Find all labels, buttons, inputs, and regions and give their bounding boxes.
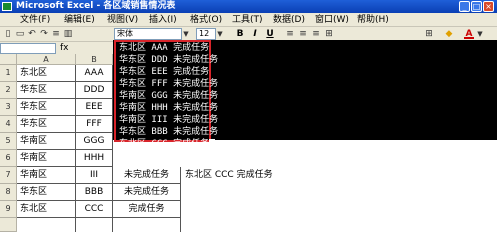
text-line[interactable]: 东北区 AAA 完成任务 bbox=[116, 42, 209, 54]
sort-icon[interactable]: ≡ bbox=[51, 29, 61, 39]
column-header-b[interactable]: B bbox=[76, 54, 113, 65]
cell-a10[interactable] bbox=[17, 218, 76, 232]
borders-icon[interactable]: ⊞ bbox=[424, 29, 434, 39]
cell-a4[interactable]: 华东区 bbox=[17, 116, 76, 133]
cell-b4[interactable]: FFF bbox=[76, 116, 113, 133]
close-button[interactable]: × bbox=[483, 1, 494, 12]
italic-button[interactable]: I bbox=[249, 28, 261, 40]
align-left-icon[interactable]: ≡ bbox=[285, 29, 295, 39]
cell-a8[interactable]: 华东区 bbox=[17, 184, 76, 201]
toolbar: ▯ ▭ ↶ ↷ ≡ ▥ 宋体 ▼ 12 ▼ B I U ≡ ≡ ≡ ⊞ ⊞ ◆ … bbox=[0, 27, 497, 41]
text-line[interactable]: 华东区 FFF 未完成任务 bbox=[116, 78, 218, 90]
undo-icon[interactable]: ↶ bbox=[27, 29, 37, 39]
redo-icon[interactable]: ↷ bbox=[39, 29, 49, 39]
cell-a9[interactable]: 东北区 bbox=[17, 201, 76, 218]
text-line[interactable]: 华东区 DDD 未完成任务 bbox=[116, 54, 218, 66]
cell-a3[interactable]: 华东区 bbox=[17, 99, 76, 116]
text-line[interactable]: 华南区 III 未完成任务 bbox=[116, 114, 218, 126]
row-header[interactable]: 3 bbox=[0, 99, 17, 116]
menu-insert[interactable]: 插入(I) bbox=[149, 13, 177, 27]
row-header[interactable]: 9 bbox=[0, 201, 17, 218]
text-line[interactable]: 华南区 GGG 未完成任务 bbox=[116, 90, 218, 102]
cell-b8[interactable]: BBB bbox=[76, 184, 113, 201]
menu-edit[interactable]: 编辑(E) bbox=[64, 13, 95, 27]
maximize-button[interactable]: □ bbox=[471, 1, 482, 12]
font-size-dropdown-icon[interactable]: ▼ bbox=[216, 28, 224, 40]
text-line-last[interactable]: 东北区 CCC 完成任务 bbox=[116, 138, 216, 150]
align-right-icon[interactable]: ≡ bbox=[311, 29, 321, 39]
font-color-dropdown-icon[interactable]: ▼ bbox=[476, 28, 484, 40]
row-header[interactable]: 1 bbox=[0, 65, 17, 82]
cell-b5[interactable]: GGG bbox=[76, 133, 113, 150]
cell-c7[interactable]: 未完成任务 bbox=[113, 167, 181, 184]
menu-tools[interactable]: 工具(T) bbox=[232, 13, 263, 27]
cell-a1[interactable]: 东北区 bbox=[17, 65, 76, 82]
menu-help[interactable]: 帮助(H) bbox=[357, 13, 389, 27]
underline-button[interactable]: U bbox=[264, 28, 276, 40]
row-header[interactable]: 5 bbox=[0, 133, 17, 150]
font-name-dropdown-icon[interactable]: ▼ bbox=[182, 28, 190, 40]
title-bar: Microsoft Excel - 各区域销售情况表 _ □ × bbox=[0, 0, 497, 13]
menu-format[interactable]: 格式(O) bbox=[190, 13, 222, 27]
cell-b9[interactable]: CCC bbox=[76, 201, 113, 218]
row-header[interactable]: 4 bbox=[0, 116, 17, 133]
cell-a2[interactable]: 华东区 bbox=[17, 82, 76, 99]
menu-file[interactable]: 文件(F) bbox=[20, 13, 50, 27]
text-cursor bbox=[209, 139, 216, 148]
select-all-corner[interactable] bbox=[0, 54, 17, 65]
chart-icon[interactable]: ▥ bbox=[63, 29, 73, 39]
cell-b3[interactable]: EEE bbox=[76, 99, 113, 116]
name-box[interactable] bbox=[0, 43, 56, 54]
cell-c8[interactable]: 未完成任务 bbox=[113, 184, 181, 201]
cell-c9[interactable]: 完成任务 bbox=[113, 201, 181, 218]
align-center-icon[interactable]: ≡ bbox=[298, 29, 308, 39]
cell-b7[interactable]: III bbox=[76, 167, 113, 184]
row-header[interactable]: 8 bbox=[0, 184, 17, 201]
fill-color-icon[interactable]: ◆ bbox=[444, 29, 454, 39]
cell-b6[interactable]: HHH bbox=[76, 150, 113, 167]
row-header[interactable]: 6 bbox=[0, 150, 17, 167]
window-title: Microsoft Excel - 各区域销售情况表 bbox=[16, 1, 176, 11]
cell-b10[interactable] bbox=[76, 218, 113, 232]
cell-b1[interactable]: AAA bbox=[76, 65, 113, 82]
font-size-field[interactable]: 12 bbox=[196, 28, 216, 40]
row-header[interactable] bbox=[0, 218, 17, 232]
cell-a6[interactable]: 华南区 bbox=[17, 150, 76, 167]
menu-bar: 文件(F) 编辑(E) 视图(V) 插入(I) 格式(O) 工具(T) 数据(D… bbox=[0, 13, 497, 27]
minimize-button[interactable]: _ bbox=[459, 1, 470, 12]
menu-data[interactable]: 数据(D) bbox=[273, 13, 305, 27]
column-header-a[interactable]: A bbox=[17, 54, 76, 65]
row-header[interactable]: 7 bbox=[0, 167, 17, 184]
text-line[interactable]: 华东区 BBB 未完成任务 bbox=[116, 126, 218, 138]
cell-c10[interactable] bbox=[113, 218, 181, 232]
cell-d7[interactable]: 东北区 CCC 完成任务 bbox=[181, 167, 276, 184]
excel-icon bbox=[2, 2, 12, 11]
font-name-field[interactable]: 宋体 bbox=[114, 28, 182, 40]
bold-button[interactable]: B bbox=[234, 28, 246, 40]
cell-a5[interactable]: 华南区 bbox=[17, 133, 76, 150]
font-color-icon[interactable]: A bbox=[464, 29, 474, 39]
text-line[interactable]: 华东区 EEE 完成任务 bbox=[116, 66, 209, 78]
selection-highlight[interactable]: 东北区 AAA 完成任务 华东区 DDD 未完成任务 华东区 EEE 完成任务 … bbox=[114, 40, 218, 149]
cell-b2[interactable]: DDD bbox=[76, 82, 113, 99]
text-line[interactable]: 华南区 HHH 未完成任务 bbox=[116, 102, 218, 114]
menu-view[interactable]: 视图(V) bbox=[107, 13, 138, 27]
menu-window[interactable]: 窗口(W) bbox=[315, 13, 349, 27]
row-header[interactable]: 2 bbox=[0, 82, 17, 99]
text-line[interactable]: 东北区 CCC 完成任务 bbox=[119, 139, 209, 149]
merge-icon[interactable]: ⊞ bbox=[324, 29, 334, 39]
new-icon[interactable]: ▯ bbox=[3, 29, 13, 39]
open-icon[interactable]: ▭ bbox=[15, 29, 25, 39]
cell-a7[interactable]: 华南区 bbox=[17, 167, 76, 184]
